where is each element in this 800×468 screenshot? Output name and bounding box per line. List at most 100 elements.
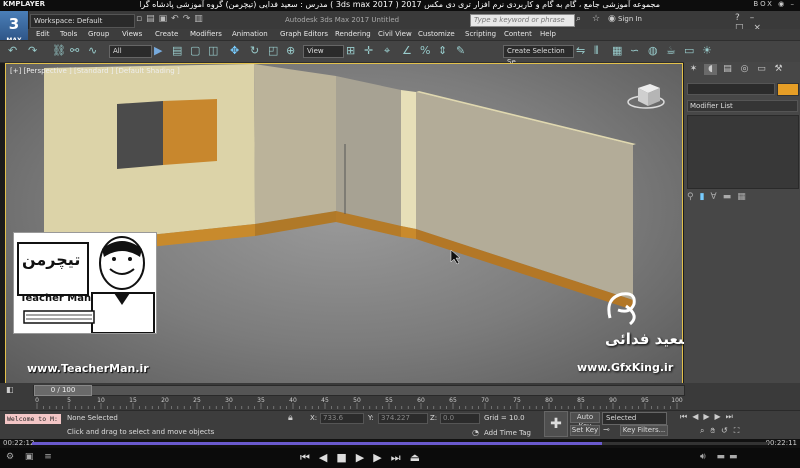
menu-rendering[interactable]: Rendering	[335, 30, 371, 38]
bookmark-icon[interactable]: ☆	[592, 14, 600, 24]
search-icon[interactable]: ⌕	[576, 14, 581, 24]
edit-named-selection-icon[interactable]: ✎	[456, 44, 465, 57]
x-coordinate-field[interactable]: 733.6	[320, 413, 364, 424]
hierarchy-tab-icon[interactable]: ▤	[721, 64, 734, 75]
maxscript-listener[interactable]: Welcome to M:	[5, 414, 61, 424]
menu-create[interactable]: Create	[155, 30, 178, 38]
menu-help[interactable]: Help	[540, 30, 556, 38]
mirror-icon[interactable]: ⇋	[576, 44, 585, 57]
pivot-center-icon[interactable]: ⊞	[346, 44, 355, 57]
display-tab-icon[interactable]: ▭	[755, 64, 768, 75]
redo-icon[interactable]: ↷	[28, 44, 37, 57]
go-to-end-icon[interactable]: ⏭︎	[726, 412, 738, 421]
maximize-viewport-icon[interactable]: ⛶	[734, 426, 746, 435]
selection-filter-dropdown[interactable]: All	[109, 45, 152, 58]
modifier-stack[interactable]	[687, 115, 799, 189]
menu-modifiers[interactable]: Modifiers	[190, 30, 222, 38]
object-name-field[interactable]	[687, 83, 775, 95]
bind-spacewarp-icon[interactable]: ∿	[88, 44, 97, 57]
menu-animation[interactable]: Animation	[232, 30, 268, 38]
save-icon[interactable]: ▣	[159, 14, 172, 24]
select-manipulate-icon[interactable]: ✛	[364, 44, 373, 57]
y-coordinate-field[interactable]: 374.227	[378, 413, 428, 424]
menu-customize[interactable]: Customize	[418, 30, 455, 38]
link-icon[interactable]: ⛓	[52, 44, 66, 57]
project-icon[interactable]: ▥	[194, 14, 207, 24]
menu-views[interactable]: Views	[122, 30, 142, 38]
menu-scripting[interactable]: Scripting	[465, 30, 496, 38]
reference-coord-dropdown[interactable]: View	[303, 45, 344, 58]
percent-snap-icon[interactable]: %	[420, 44, 430, 57]
modifier-list-dropdown[interactable]: Modifier List	[687, 100, 798, 112]
redo-icon[interactable]: ↷	[183, 14, 195, 24]
motion-tab-icon[interactable]: ◎	[738, 64, 751, 75]
menu-content[interactable]: Content	[504, 30, 532, 38]
menu-graph-editors[interactable]: Graph Editors	[280, 30, 328, 38]
remove-modifier-icon[interactable]: ▬	[723, 192, 738, 202]
km-next-icon[interactable]: ⏭︎	[391, 451, 410, 464]
kmplayer-volume-icon[interactable]: 🔊︎ ▬▬	[700, 452, 742, 462]
curve-editor-icon[interactable]: ∽	[630, 44, 639, 57]
align-icon[interactable]: ⫴	[594, 44, 599, 58]
km-rewind-icon[interactable]: ◀	[319, 451, 336, 464]
set-key-big-icon[interactable]: ✚	[544, 411, 568, 437]
menu-civil-view[interactable]: Civil View	[378, 30, 412, 38]
rect-selection-icon[interactable]: ▢	[190, 44, 200, 57]
time-slider-track[interactable]	[33, 385, 685, 396]
snap-toggle-icon[interactable]: ⌖	[384, 44, 390, 58]
auto-key-button[interactable]: Auto Key	[570, 412, 600, 430]
timeline-expand-icon[interactable]: ◧	[6, 385, 14, 394]
open-file-icon[interactable]: ▤	[146, 14, 159, 24]
go-to-start-icon[interactable]: ⏮︎	[680, 412, 692, 421]
render-frame-icon[interactable]: ▭	[684, 44, 694, 57]
material-editor-icon[interactable]: ◍	[648, 44, 658, 57]
km-prev-icon[interactable]: ⏮︎	[300, 451, 319, 464]
window-crossing-icon[interactable]: ◫	[208, 44, 218, 57]
frame-ruler[interactable]: 0 5 10 15 20 25 30 35 40 45 50 55 60 65 70 75 80 85 90 95 10…	[33, 396, 683, 409]
select-object-icon[interactable]: ▶	[154, 44, 162, 57]
utilities-tab-icon[interactable]: ⚒	[772, 64, 785, 75]
km-play-icon[interactable]: ▶	[356, 451, 373, 464]
time-tag-icon[interactable]: ◔	[472, 428, 479, 437]
viewport-label[interactable]: [+] [Perspective ] [Standard ] [Default …	[10, 67, 180, 75]
pan-icon[interactable]: ✋︎	[710, 426, 721, 435]
zoom-icon[interactable]: ⌕	[700, 426, 710, 435]
create-tab-icon[interactable]: ✶	[687, 64, 700, 75]
perspective-viewport[interactable]: [+] [Perspective ] [Standard ] [Default …	[5, 63, 683, 385]
user-icon[interactable]: ◉	[608, 14, 616, 24]
make-unique-icon[interactable]: ∀	[711, 192, 723, 202]
key-mode-icon[interactable]: ⊸	[603, 425, 610, 434]
lock-selection-icon[interactable]: 🔒︎	[288, 413, 293, 423]
menu-edit[interactable]: Edit	[36, 30, 50, 38]
play-icon[interactable]: ▶	[703, 412, 714, 421]
km-forward-icon[interactable]: ▶	[373, 451, 390, 464]
previous-frame-icon[interactable]: ◀	[692, 412, 703, 421]
show-end-result-icon[interactable]: ▮	[700, 192, 711, 202]
menu-group[interactable]: Group	[88, 30, 109, 38]
undo-icon[interactable]: ↶	[171, 14, 183, 24]
minimize-icon[interactable]: –	[750, 13, 765, 23]
unlink-icon[interactable]: ⚯	[70, 44, 79, 57]
rotate-icon[interactable]: ↻	[250, 44, 259, 57]
menu-tools[interactable]: Tools	[60, 30, 77, 38]
render-icon[interactable]: ☀	[702, 44, 712, 57]
workspace-dropdown[interactable]: Workspace: Default	[30, 14, 135, 28]
render-setup-icon[interactable]: ☕	[666, 44, 676, 57]
next-frame-icon[interactable]: ▶	[715, 412, 726, 421]
km-stop-icon[interactable]: ■	[336, 451, 355, 464]
kmplayer-left-controls[interactable]: ⚙ ▣ ≡	[6, 452, 56, 462]
scale-icon[interactable]: ◰	[268, 44, 278, 57]
add-time-tag-button[interactable]: Add Time Tag	[484, 429, 531, 437]
modify-tab-icon[interactable]: ◖	[704, 64, 717, 75]
select-by-name-icon[interactable]: ▤	[172, 44, 182, 57]
sign-in-button[interactable]: Sign In	[618, 15, 642, 23]
help-icon[interactable]: ?	[735, 13, 750, 23]
km-eject-icon[interactable]: ⏏︎	[410, 451, 429, 464]
kmplayer-window-controls[interactable]: BOX ◉ –	[753, 0, 796, 8]
object-color-swatch[interactable]	[777, 83, 799, 96]
move-icon[interactable]: ✥	[230, 44, 239, 57]
spinner-snap-icon[interactable]: ⇕	[438, 44, 447, 57]
layer-explorer-icon[interactable]: ▦	[612, 44, 622, 57]
place-icon[interactable]: ⊕	[286, 44, 295, 57]
pin-stack-icon[interactable]: ⚲	[687, 192, 700, 202]
